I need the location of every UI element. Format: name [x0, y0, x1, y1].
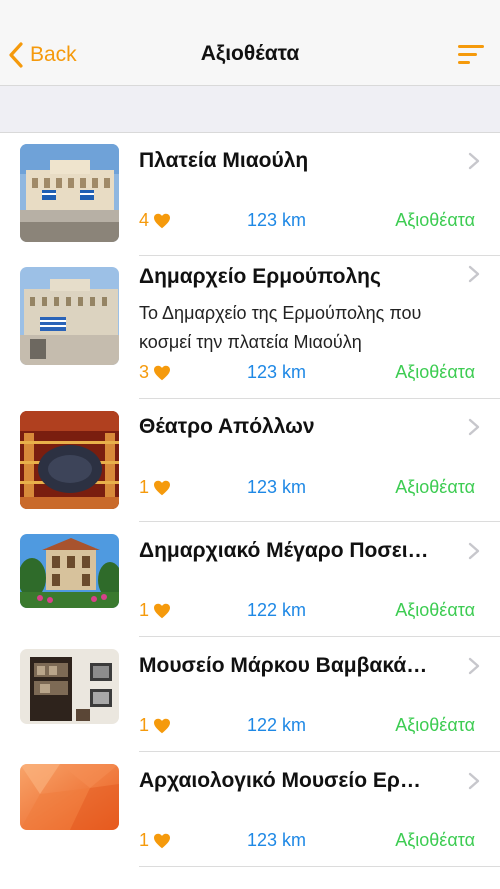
item-meta: 1 123 km Αξιοθέατα [139, 477, 475, 499]
chevron-right-icon [468, 772, 480, 790]
item-description: Το Δημαρχείο της Ερμούπολης που κοσμεί τ… [139, 303, 422, 352]
item-meta: 1 122 km Αξιοθέατα [139, 715, 475, 737]
item-title: Πλατεία Μιαούλη [139, 149, 309, 172]
item-title: Αρχαιολογικό Μουσείο Ερ… [139, 769, 421, 792]
list-item[interactable]: Πλατεία Μιαούλη 4 123 km Αξιοθέατα [0, 133, 500, 256]
distance-label: 123 km [247, 830, 307, 850]
page-title: Αξιοθέατα [200, 42, 300, 65]
likes-count: 1 [139, 715, 171, 736]
heart-icon [154, 365, 171, 380]
category-label: Αξιοθέατα [395, 362, 475, 382]
category-label: Αξιοθέατα [395, 715, 475, 735]
thumbnail-town-hall-photo [20, 267, 119, 365]
likes-count: 1 [139, 477, 171, 498]
item-meta: 1 122 km Αξιοθέατα [139, 600, 475, 622]
item-meta: 4 123 km Αξιοθέατα [139, 210, 475, 232]
list-item[interactable]: Μουσείο Μάρκου Βαμβακά… 1 122 km Αξιοθέα… [0, 637, 500, 752]
chevron-right-icon [468, 542, 480, 560]
item-title: Δημαρχείο Ερμούπολης [139, 265, 381, 288]
sort-button[interactable] [458, 44, 486, 66]
chevron-right-icon [468, 265, 480, 283]
list-item[interactable]: Θέατρο Απόλλων 1 123 km Αξιοθέατα [0, 399, 500, 522]
category-label: Αξιοθέατα [395, 600, 475, 620]
category-label: Αξιοθέατα [395, 210, 475, 230]
likes-count: 3 [139, 362, 171, 383]
list-item[interactable]: Δημαρχιακό Μέγαρο Ποσει… 1 122 km Αξιοθέ… [0, 522, 500, 637]
distance-label: 122 km [247, 600, 307, 620]
item-title: Θέατρο Απόλλων [139, 415, 315, 438]
heart-icon [154, 603, 171, 618]
distance-label: 123 km [247, 210, 307, 230]
item-meta: 1 123 km Αξιοθέατα [139, 830, 475, 852]
item-title: Δημαρχιακό Μέγαρο Ποσει… [139, 539, 429, 562]
thumbnail-museum-photo [20, 649, 119, 724]
item-meta: 3 123 km Αξιοθέατα [139, 362, 475, 384]
likes-count: 1 [139, 600, 171, 621]
heart-icon [154, 213, 171, 228]
thumbnail-mansion-photo [20, 534, 119, 608]
chevron-right-icon [468, 418, 480, 436]
likes-count: 4 [139, 210, 171, 231]
distance-label: 122 km [247, 715, 307, 735]
item-title: Μουσείο Μάρκου Βαμβακά… [139, 654, 428, 677]
thumbnail-placeholder-orange [20, 764, 119, 830]
thumbnail-square-photo [20, 144, 119, 242]
likes-count: 1 [139, 830, 171, 851]
chevron-right-icon [468, 657, 480, 675]
sights-list: Πλατεία Μιαούλη 4 123 km Αξιοθέατα Δημαρ… [0, 133, 500, 867]
thumbnail-theater-photo [20, 411, 119, 509]
heart-icon [154, 718, 171, 733]
heart-icon [154, 833, 171, 848]
list-item[interactable]: Αρχαιολογικό Μουσείο Ερ… 1 123 km Αξιοθέ… [0, 752, 500, 867]
distance-label: 123 km [247, 362, 307, 382]
navigation-bar: Back Αξιοθέατα [0, 0, 500, 86]
chevron-right-icon [468, 152, 480, 170]
distance-label: 123 km [247, 477, 307, 497]
list-item[interactable]: Δημαρχείο Ερμούπολης Το Δημαρχείο της Ερ… [0, 256, 500, 399]
category-label: Αξιοθέατα [395, 477, 475, 497]
sort-icon [458, 44, 486, 66]
category-label: Αξιοθέατα [395, 830, 475, 850]
heart-icon [154, 480, 171, 495]
header-spacer [0, 86, 500, 133]
